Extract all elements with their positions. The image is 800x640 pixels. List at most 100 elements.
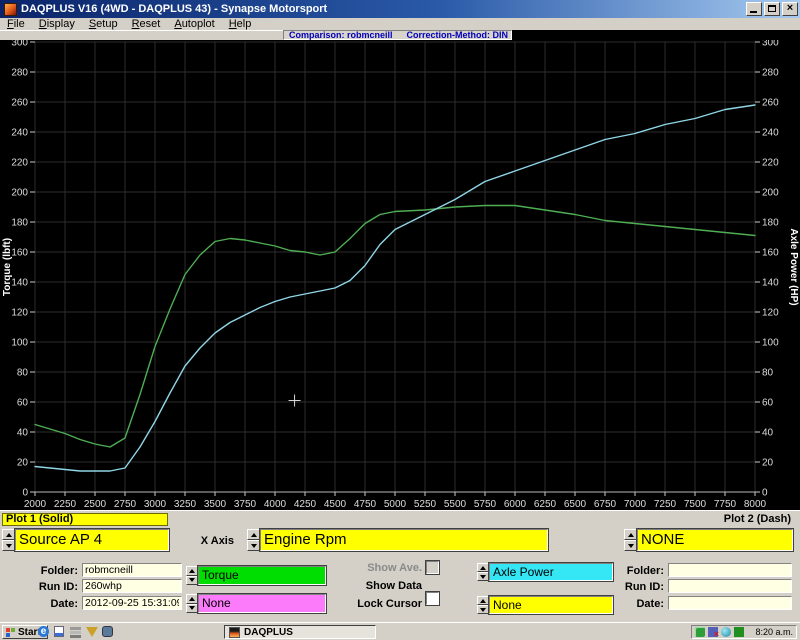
svg-text:160: 160	[762, 248, 779, 259]
svg-text:8000: 8000	[744, 499, 767, 510]
tray-icon-2[interactable]: ×	[708, 627, 718, 637]
svg-text:0: 0	[762, 488, 768, 499]
plot1-header: Plot 1 (Solid)	[2, 513, 168, 526]
x-axis-spin-up[interactable]	[247, 529, 260, 540]
menu-item-help[interactable]: Help	[222, 18, 259, 30]
plot1-folder-label: Folder:	[2, 565, 78, 577]
restore-icon	[768, 5, 776, 12]
svg-text:280: 280	[762, 68, 779, 79]
svg-text:280: 280	[11, 68, 28, 79]
y1-primary-spin-down[interactable]	[186, 576, 198, 586]
correction-method-label: Correction-Method: DIN	[407, 31, 509, 39]
svg-text:3750: 3750	[234, 499, 257, 510]
svg-text:6750: 6750	[594, 499, 617, 510]
plot1-source-field[interactable]: Source AP 4	[15, 529, 169, 551]
app-window: DAQPLUS V16 (4WD - DAQPLUS 43) - Synapse…	[0, 0, 800, 640]
spinner-up-icon	[480, 566, 486, 570]
plot1-run-id-input[interactable]	[82, 579, 182, 593]
svg-text:4750: 4750	[354, 499, 377, 510]
x-axis-spinner	[247, 529, 260, 551]
minimize-button[interactable]	[746, 2, 762, 16]
taskbar-clock[interactable]: 8:20 a.m.	[755, 627, 793, 637]
svg-text:300: 300	[762, 40, 779, 49]
y1-primary-spin-up[interactable]	[186, 566, 198, 576]
y2-secondary-spin-up[interactable]	[477, 596, 489, 605]
tray-icon-4[interactable]	[734, 627, 744, 637]
plot2-date-input[interactable]	[668, 596, 792, 610]
internet-explorer-icon[interactable]: e	[38, 626, 51, 639]
x-axis-label: X Axis	[186, 535, 234, 547]
svg-text:240: 240	[11, 128, 28, 139]
plot2-folder-input[interactable]	[668, 563, 792, 577]
svg-text:200: 200	[11, 188, 28, 199]
comparison-label: Comparison: robmcneill	[289, 31, 393, 39]
menu-item-file[interactable]: File	[0, 18, 32, 30]
plot2-source-field[interactable]: NONE	[637, 529, 793, 551]
plot1-date-input[interactable]	[82, 596, 182, 610]
daqplus-icon	[229, 627, 240, 638]
svg-text:200: 200	[762, 188, 779, 199]
y1-primary-channel-field[interactable]: Torque	[198, 566, 326, 585]
restore-button[interactable]	[764, 2, 780, 16]
menu-item-autoplot[interactable]: Autoplot	[167, 18, 221, 30]
x-axis-field[interactable]: Engine Rpm	[260, 529, 548, 551]
daqplus-task-button[interactable]: DAQPLUS	[224, 625, 376, 639]
y2-secondary-channel-field[interactable]: None	[489, 596, 613, 614]
plot1-source-spin-down[interactable]	[2, 540, 15, 551]
tray-icon-3[interactable]	[721, 627, 731, 637]
svg-text:100: 100	[11, 338, 28, 349]
show-desktop-icon[interactable]	[54, 626, 67, 639]
svg-text:6000: 6000	[504, 499, 527, 510]
y2-primary-spin-down[interactable]	[477, 572, 489, 581]
y1-secondary-spin-down[interactable]	[186, 604, 198, 614]
menu-item-reset[interactable]: Reset	[125, 18, 168, 30]
svg-text:180: 180	[11, 218, 28, 229]
task-button-label: DAQPLUS	[244, 627, 293, 638]
window-title: DAQPLUS V16 (4WD - DAQPLUS 43) - Synapse…	[21, 3, 327, 15]
plot2-source-spin-down[interactable]	[624, 540, 637, 551]
y2-primary-spin-up[interactable]	[477, 563, 489, 572]
y2-secondary-spin-down[interactable]	[477, 605, 489, 614]
winzip-vise-icon[interactable]	[86, 626, 99, 639]
svg-text:7750: 7750	[714, 499, 737, 510]
svg-text:5000: 5000	[384, 499, 407, 510]
plot2-source-spin-up[interactable]	[624, 529, 637, 540]
x-axis-spin-down[interactable]	[247, 540, 260, 551]
svg-text:220: 220	[762, 158, 779, 169]
show-ave-label: Show Ave.	[340, 562, 422, 574]
spinner-down-icon	[480, 575, 486, 579]
svg-text:7500: 7500	[684, 499, 707, 510]
y1-secondary-spin-up[interactable]	[186, 594, 198, 604]
show-data-label: Show Data	[340, 580, 422, 592]
dyno-chart[interactable]: 2000225025002750300032503500375040004250…	[0, 40, 800, 510]
y2-primary-channel-field[interactable]: Axle Power	[489, 563, 613, 581]
lock-cursor-label: Lock Cursor	[340, 598, 422, 610]
spinner-up-icon	[628, 533, 634, 537]
media-player-icon[interactable]	[102, 626, 115, 639]
close-button[interactable]: ×	[782, 2, 798, 16]
svg-text:6500: 6500	[564, 499, 587, 510]
svg-text:2250: 2250	[54, 499, 77, 510]
tray-icon-1[interactable]	[695, 627, 705, 637]
left-axis-title: Torque (lbft)	[2, 238, 13, 296]
plot1-source-spin-up[interactable]	[2, 529, 15, 540]
menu-item-setup[interactable]: Setup	[82, 18, 125, 30]
layers-icon[interactable]	[70, 626, 83, 639]
svg-text:20: 20	[17, 458, 29, 469]
title-bar: DAQPLUS V16 (4WD - DAQPLUS 43) - Synapse…	[0, 0, 800, 18]
plot2-run-id-input[interactable]	[668, 579, 792, 593]
app-icon[interactable]	[4, 3, 17, 16]
menu-item-display[interactable]: Display	[32, 18, 82, 30]
show-data-checkbox[interactable]	[426, 592, 439, 605]
control-panel: Plot 1 (Solid) Plot 2 (Dash) Source AP 4…	[0, 510, 800, 622]
y1-secondary-channel-field[interactable]: None	[198, 594, 326, 613]
svg-text:40: 40	[762, 428, 774, 439]
svg-text:5750: 5750	[474, 499, 497, 510]
y2-secondary-spinner	[477, 596, 489, 614]
plot2-run-id-label: Run ID:	[600, 581, 664, 593]
spinner-down-icon	[251, 544, 257, 548]
svg-text:6250: 6250	[534, 499, 557, 510]
dyno-chart-svg: 2000225025002750300032503500375040004250…	[0, 40, 800, 510]
plot2-source-spinner	[624, 529, 637, 551]
plot1-folder-input[interactable]	[82, 563, 182, 577]
